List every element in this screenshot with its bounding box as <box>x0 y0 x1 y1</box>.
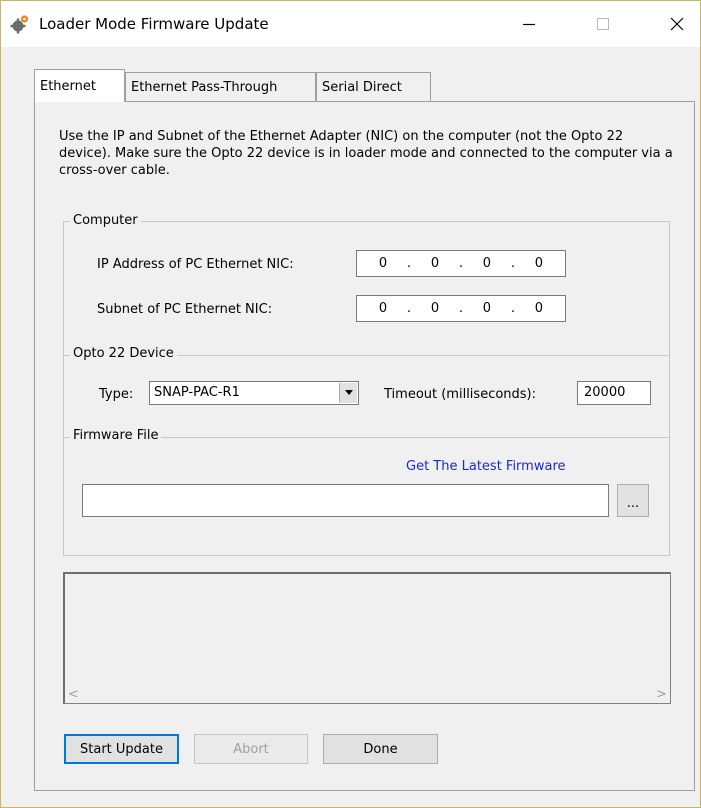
start-update-button[interactable]: Start Update <box>64 734 179 764</box>
subnet-field[interactable]: 0 . 0 . 0 . 0 <box>356 295 566 322</box>
subnet-dot: . <box>406 301 412 316</box>
computer-group-legend: Computer <box>70 213 141 228</box>
get-latest-firmware-link[interactable]: Get The Latest Firmware <box>406 459 566 474</box>
subnet-dot: . <box>510 301 515 316</box>
done-button[interactable]: Done <box>323 734 438 764</box>
tab-ethernet-pass-through[interactable]: Ethernet Pass-Through <box>125 72 316 101</box>
chevron-right-icon: > <box>656 687 667 702</box>
ethernet-tab-panel: Use the IP and Subnet of the Ethernet Ad… <box>34 101 695 791</box>
device-group-legend: Opto 22 Device <box>70 346 177 361</box>
device-type-select[interactable]: SNAP-PAC-R1 <box>149 381 359 405</box>
instructions-text: Use the IP and Subnet of the Ethernet Ad… <box>59 129 673 178</box>
browse-button[interactable]: ... <box>617 484 649 517</box>
subnet-octet-1: 0 <box>378 301 388 316</box>
tab-label: Ethernet Pass-Through <box>131 80 278 95</box>
title-bar[interactable]: Loader Mode Firmware Update <box>1 1 700 47</box>
tab-ethernet[interactable]: Ethernet <box>34 69 125 102</box>
abort-button[interactable]: Abort <box>194 734 308 764</box>
horizontal-scrollbar[interactable]: < > <box>65 686 670 703</box>
close-button[interactable] <box>652 1 701 47</box>
scroll-right-button[interactable]: > <box>653 686 670 703</box>
minimize-button[interactable] <box>504 1 554 47</box>
subnet-octet-4: 0 <box>534 301 544 316</box>
timeout-value: 20000 <box>584 385 626 400</box>
settings-group: Computer IP Address of PC Ethernet NIC: … <box>63 213 670 556</box>
ip-octet-4: 0 <box>534 256 544 271</box>
ip-octet-3: 0 <box>482 256 492 271</box>
ip-dot: . <box>458 256 464 271</box>
firmware-path-field[interactable] <box>82 484 609 517</box>
tab-serial-direct[interactable]: Serial Direct <box>316 72 431 101</box>
timeout-label: Timeout (milliseconds): <box>384 387 537 402</box>
scroll-left-button[interactable]: < <box>65 686 82 703</box>
maximize-icon <box>597 18 609 30</box>
log-output[interactable]: < > <box>63 572 671 704</box>
minimize-icon <box>523 23 535 26</box>
start-update-label: Start Update <box>80 741 163 757</box>
timeout-field[interactable]: 20000 <box>577 381 651 405</box>
window-title: Loader Mode Firmware Update <box>39 15 269 33</box>
ip-octet-2: 0 <box>430 256 440 271</box>
chevron-down-icon[interactable] <box>339 383 357 403</box>
ip-address-label: IP Address of PC Ethernet NIC: <box>97 257 294 272</box>
done-label: Done <box>363 741 398 757</box>
firmware-update-window: Loader Mode Firmware Update Ethernet Eth… <box>0 0 701 808</box>
maximize-button[interactable] <box>578 1 628 47</box>
device-type-value: SNAP-PAC-R1 <box>154 385 240 400</box>
tab-label: Serial Direct <box>322 80 402 95</box>
chevron-left-icon: < <box>68 687 79 702</box>
subnet-octet-3: 0 <box>482 301 492 316</box>
ip-dot: . <box>510 256 515 271</box>
ip-address-field[interactable]: 0 . 0 . 0 . 0 <box>356 250 566 277</box>
ip-dot: . <box>406 256 412 271</box>
subnet-dot: . <box>458 301 464 316</box>
abort-label: Abort <box>233 741 269 757</box>
close-icon <box>670 17 684 31</box>
firmware-group-legend: Firmware File <box>70 428 162 443</box>
gear-icon <box>10 14 30 34</box>
type-label: Type: <box>99 387 134 402</box>
browse-button-label: ... <box>626 496 640 511</box>
subnet-label: Subnet of PC Ethernet NIC: <box>97 302 273 317</box>
subnet-octet-2: 0 <box>430 301 440 316</box>
ip-octet-1: 0 <box>378 256 388 271</box>
tab-label: Ethernet <box>40 79 96 94</box>
